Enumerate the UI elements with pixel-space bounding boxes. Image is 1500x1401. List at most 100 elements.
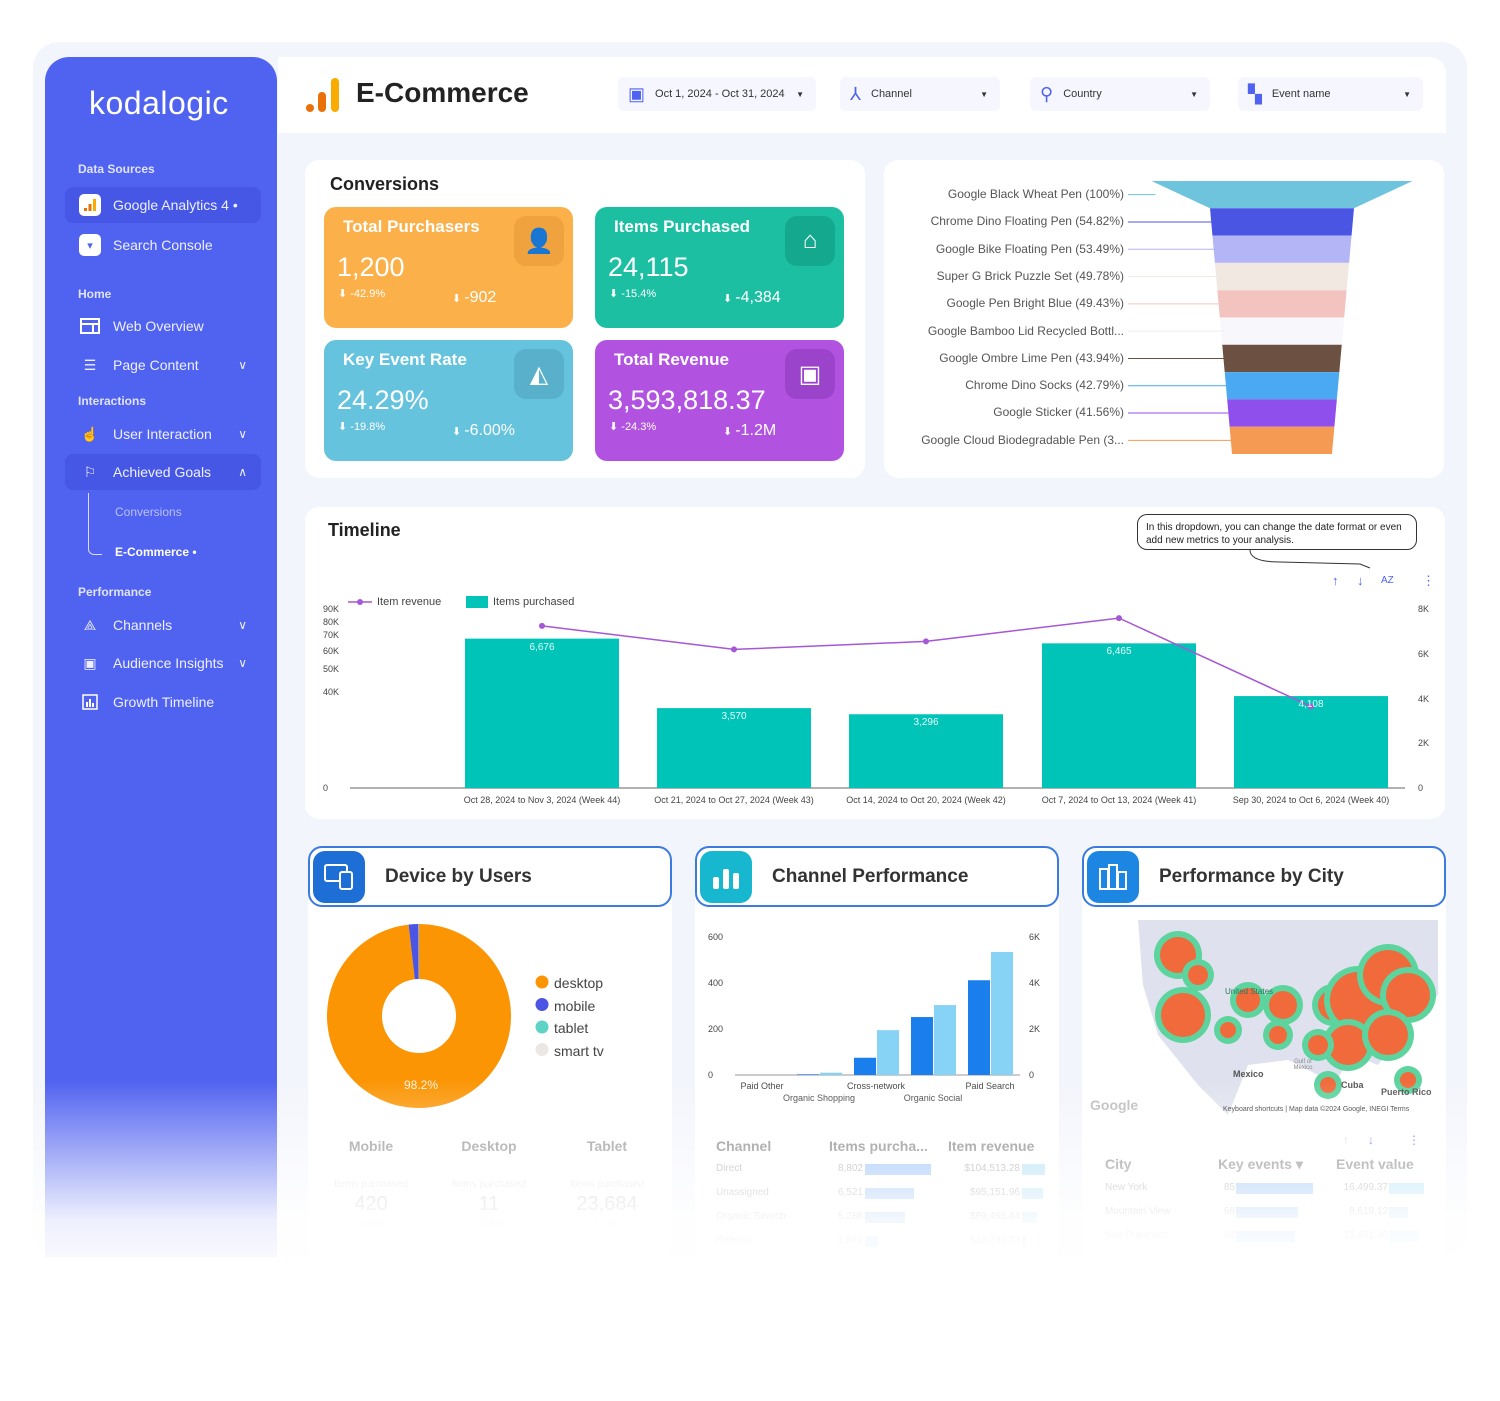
revenue-point[interactable] [1116, 615, 1122, 622]
device-col-name: Mobile [348, 1138, 394, 1154]
revenue-cell: $69,466.44 [969, 1211, 1020, 1222]
city-buildings-icon [1087, 850, 1139, 903]
device-metric-change: -59.0% [356, 1218, 386, 1228]
left-axis-tick: 400 [708, 978, 724, 988]
map-attribution[interactable]: Keyboard shortcuts | Map data ©2024 Goog… [1223, 1106, 1409, 1113]
channel-cell: Organic Search [716, 1211, 786, 1222]
city-title: Performance by City [1159, 865, 1344, 887]
items-bar-cell [865, 1212, 905, 1223]
items-bar[interactable] [854, 1057, 876, 1075]
right-axis-tick: 2K [1418, 738, 1430, 749]
heat-spot [1400, 1072, 1416, 1088]
right-axis-tick: 6K [1029, 932, 1041, 942]
key-events-bar [1236, 1183, 1313, 1194]
event-value-cell: 16,499.37 [1343, 1182, 1389, 1193]
items-cell: 6,521 [837, 1187, 863, 1198]
channel-cell: Referral [716, 1235, 752, 1246]
table-header: Event value [1336, 1156, 1414, 1172]
event-value-cell: 13,401.46 [1343, 1230, 1389, 1241]
right-axis-tick: 2K [1029, 1024, 1041, 1034]
key-events-bar [1236, 1231, 1295, 1242]
key-events-cell: 68 [1223, 1206, 1235, 1217]
event-value-bar [1389, 1231, 1419, 1242]
revenue-cell: $104,513.28 [964, 1163, 1020, 1174]
channel-cell: Direct [716, 1163, 743, 1174]
left-axis-tick: 0 [708, 1070, 714, 1080]
items-bar[interactable] [911, 1017, 933, 1075]
key-events-cell: 85 [1223, 1182, 1235, 1193]
table-header: Items purcha... [829, 1138, 928, 1154]
map-label-cuba: Cuba [1341, 1080, 1364, 1090]
revenue-bar-cell [1022, 1212, 1038, 1223]
sort-descending-icon[interactable]: ↓ [1368, 1133, 1374, 1147]
heat-spot [1161, 993, 1205, 1037]
sort-ascending-icon[interactable]: ↑ [1343, 1133, 1349, 1147]
right-axis-tick: 0 [1418, 783, 1424, 793]
map-label-puerto-rico: Puerto Rico [1381, 1087, 1432, 1097]
device-col-name: Tablet [586, 1138, 628, 1154]
device-metric-value: 11 [478, 1193, 500, 1215]
heat-spot [1269, 1026, 1287, 1044]
event-value-cell: 8,619.12 [1349, 1206, 1388, 1217]
bar-value-label: 6,465 [1106, 646, 1132, 658]
more-options-icon[interactable]: ⋮ [1408, 1133, 1420, 1147]
event-value-bar [1389, 1207, 1409, 1218]
right-axis-tick: 4K [1418, 693, 1430, 704]
items-bar[interactable] [968, 980, 990, 1075]
heat-spot [1188, 965, 1208, 985]
device-metric-change: -71.8% [474, 1218, 504, 1228]
right-axis-tick: 0 [1029, 1070, 1035, 1080]
table-header: City [1105, 1156, 1132, 1172]
revenue-bar-cell [1022, 1236, 1027, 1247]
heat-spot [1220, 1022, 1236, 1038]
city-cell: San Francisco [1105, 1230, 1169, 1241]
heat-spot [1320, 1077, 1336, 1093]
x-axis-tick: Organic Shopping [782, 1093, 856, 1103]
x-axis-tick: Cross-network [846, 1081, 905, 1091]
city-header: Performance by City [1082, 846, 1446, 907]
callout-arrow [1249, 549, 1371, 569]
map-label-mexico: Mexico [1233, 1069, 1264, 1079]
device-metric-label: Items purchased [334, 1179, 408, 1190]
city-cell: New York [1105, 1182, 1148, 1193]
items-bar-cell [865, 1188, 914, 1199]
left-axis-tick: 600 [708, 932, 724, 942]
right-axis-tick: 6K [1418, 648, 1430, 659]
device-metric-label: Items purchased [570, 1179, 644, 1190]
revenue-bar[interactable] [820, 1072, 842, 1075]
device-col-name: Desktop [461, 1138, 517, 1154]
revenue-cell: $95,151.96 [969, 1187, 1020, 1198]
device-metric-value: 420 [354, 1193, 388, 1215]
items-cell: 8,802 [837, 1163, 863, 1174]
right-axis-tick: 4K [1029, 978, 1041, 988]
table-header[interactable]: Key events ▾ [1218, 1156, 1303, 1173]
revenue-bar-cell [1022, 1188, 1043, 1199]
table-header: Channel [716, 1138, 772, 1154]
revenue-bar[interactable] [991, 951, 1013, 1075]
heat-spot [1308, 1035, 1328, 1055]
revenue-bar-cell [1022, 1164, 1045, 1175]
channel-bar-chart [735, 951, 1020, 1076]
map-label-gulf: Gulf of Mexico [1293, 1059, 1313, 1071]
left-axis-tick: 200 [708, 1024, 724, 1034]
bar-value-label: 4,108 [1298, 699, 1324, 711]
key-events-bar [1236, 1207, 1298, 1218]
revenue-bar[interactable] [934, 1005, 956, 1075]
x-axis-tick: Organic Social [903, 1093, 963, 1103]
items-bar[interactable] [797, 1074, 819, 1075]
heat-spot [1269, 991, 1297, 1019]
map-label-us: United States [1225, 987, 1274, 996]
items-cell: 1,646 [837, 1235, 863, 1246]
channel-cell: Unassigned [716, 1187, 769, 1198]
items-bar-cell [865, 1164, 931, 1175]
right-axis-tick: 8K [1418, 604, 1430, 614]
revenue-bar[interactable] [877, 1030, 899, 1075]
event-value-bar [1389, 1183, 1424, 1194]
x-axis-tick: Sep 30, 2024 to Oct 6, 2024 (Week 40) [1232, 795, 1390, 805]
items-bar-cell [865, 1236, 878, 1247]
items-cell: 5,288 [837, 1211, 863, 1222]
x-axis-tick: Paid Other [740, 1081, 784, 1091]
device-metric-value: 23,684 [576, 1193, 638, 1215]
device-metric-change: 13.7% [594, 1218, 620, 1228]
city-cell: Mountain View [1105, 1206, 1171, 1217]
